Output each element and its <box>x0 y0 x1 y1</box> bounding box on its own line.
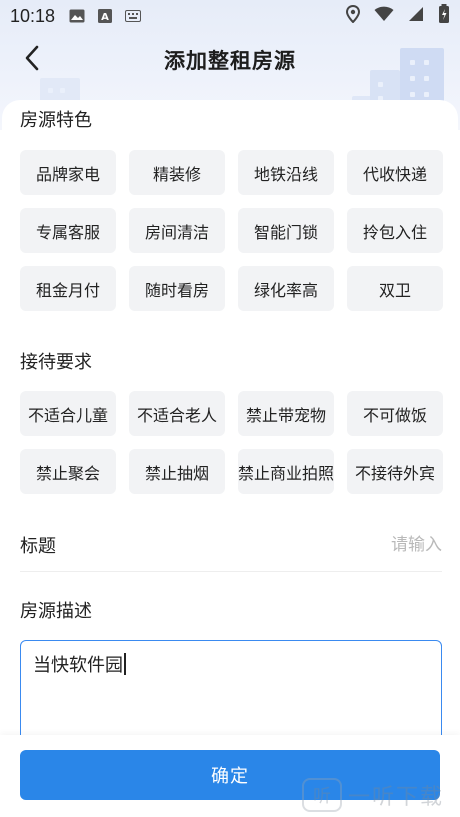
description-text: 当快软件园 <box>33 655 123 676</box>
a-letter-icon: A <box>97 9 113 23</box>
feature-chip[interactable]: 拎包入住 <box>347 208 443 253</box>
feature-chip[interactable]: 地铁沿线 <box>238 150 334 195</box>
status-time: 10:18 <box>10 5 56 26</box>
back-button[interactable] <box>18 45 46 75</box>
watermark-logo: 听 <box>302 778 342 812</box>
requirement-chip[interactable]: 不适合老人 <box>129 391 225 436</box>
title-field-row: 标题 <box>20 518 442 572</box>
text-cursor <box>124 653 126 675</box>
battery-icon <box>438 4 450 28</box>
features-section-title: 房源特色 <box>20 110 92 131</box>
requirement-chip[interactable]: 禁止带宠物 <box>238 391 334 436</box>
feature-chip[interactable]: 双卫 <box>347 266 443 311</box>
image-icon <box>69 9 85 23</box>
svg-text:A: A <box>101 12 109 23</box>
watermark-text: 一听下载 <box>348 785 445 810</box>
watermark: 听 一听下载 <box>302 778 444 812</box>
requirement-chip[interactable]: 不可做饭 <box>347 391 443 436</box>
feature-chip[interactable]: 房间清洁 <box>129 208 225 253</box>
description-textarea[interactable]: 当快软件园 <box>20 640 442 750</box>
requirement-chip[interactable]: 禁止商业拍照 <box>238 449 334 494</box>
keyboard-icon <box>125 9 142 23</box>
requirement-chip[interactable]: 不接待外宾 <box>347 449 443 494</box>
feature-chip[interactable]: 绿化率高 <box>238 266 334 311</box>
requirement-chip[interactable]: 禁止聚会 <box>20 449 116 494</box>
location-icon <box>345 4 361 27</box>
features-chip-group: 品牌家电 精装修 地铁沿线 代收快递 专属客服 房间清洁 智能门锁 拎包入住 租… <box>20 150 444 311</box>
page-title: 添加整租房源 <box>164 49 296 73</box>
feature-chip[interactable]: 随时看房 <box>129 266 225 311</box>
feature-chip[interactable]: 品牌家电 <box>20 150 116 195</box>
feature-chip[interactable]: 代收快递 <box>347 150 443 195</box>
feature-chip[interactable]: 专属客服 <box>20 208 116 253</box>
requirements-chip-group: 不适合儿童 不适合老人 禁止带宠物 不可做饭 禁止聚会 禁止抽烟 禁止商业拍照 … <box>20 391 444 494</box>
feature-chip[interactable]: 精装修 <box>129 150 225 195</box>
feature-chip[interactable]: 智能门锁 <box>238 208 334 253</box>
title-field-label: 标题 <box>20 535 56 557</box>
navigation-bar: 添加整租房源 <box>0 40 460 80</box>
description-label: 房源描述 <box>20 601 92 622</box>
status-bar: 10:18 A <box>0 0 460 32</box>
requirements-section-title: 接待要求 <box>20 352 92 373</box>
wifi-icon <box>374 6 394 26</box>
feature-chip[interactable]: 租金月付 <box>20 266 116 311</box>
signal-icon <box>408 6 424 26</box>
chevron-left-icon <box>24 45 40 75</box>
form-card: 房源特色 品牌家电 精装修 地铁沿线 代收快递 专属客服 房间清洁 智能门锁 拎… <box>2 100 458 817</box>
requirement-chip[interactable]: 不适合儿童 <box>20 391 116 436</box>
requirement-chip[interactable]: 禁止抽烟 <box>129 449 225 494</box>
title-input[interactable] <box>242 534 442 555</box>
